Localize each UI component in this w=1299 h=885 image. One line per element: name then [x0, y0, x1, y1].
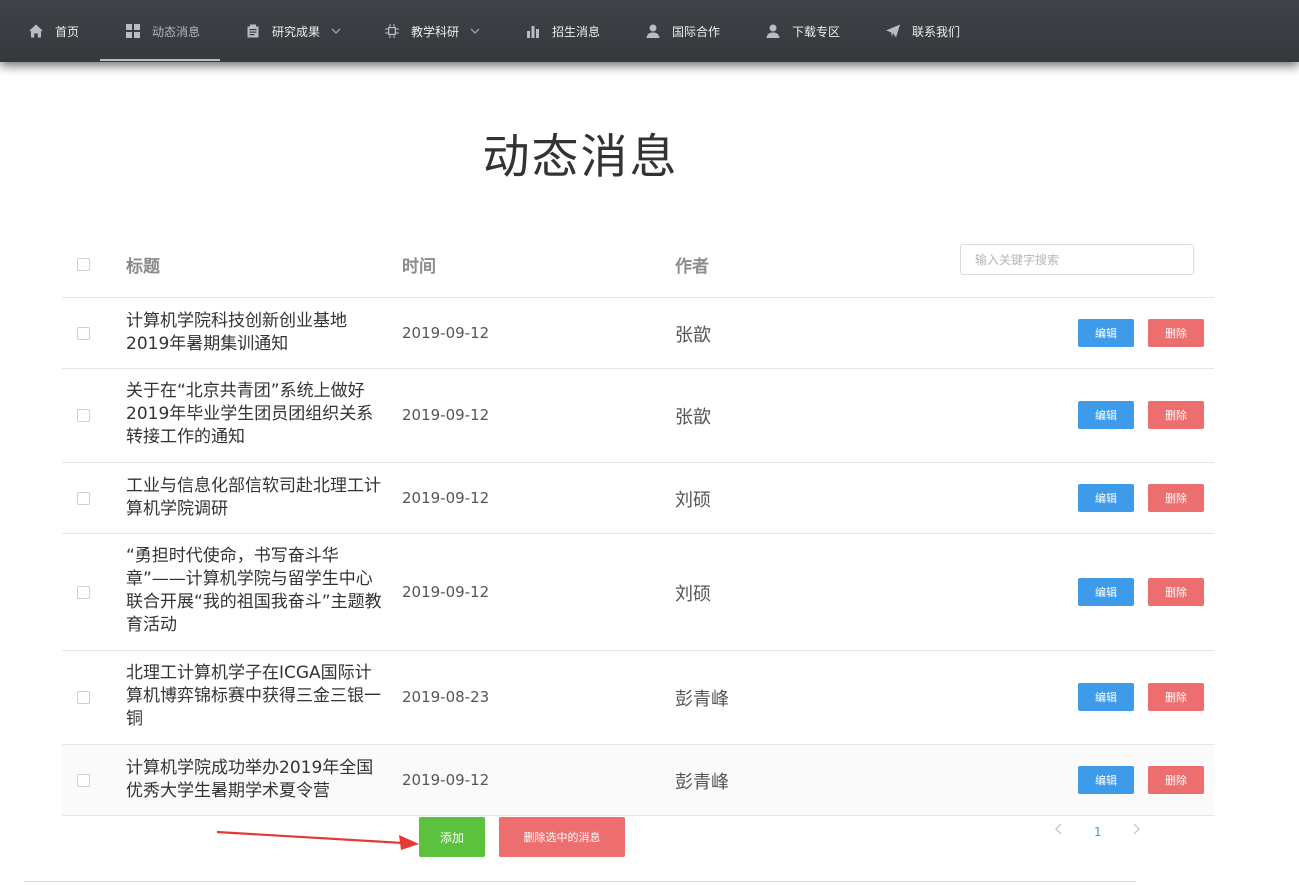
nav-item-label: 招生消息 — [552, 24, 601, 39]
nav-item-label: 教学科研 — [411, 24, 460, 39]
pagination-prev[interactable] — [1054, 823, 1064, 838]
row-checkbox[interactable] — [77, 691, 90, 704]
nav-item-label: 研究成果 — [272, 24, 321, 39]
nav-item-label: 首页 — [55, 24, 80, 39]
news-author: 刘硕 — [675, 584, 711, 605]
delete-button[interactable]: 删除 — [1148, 401, 1204, 429]
edit-button[interactable]: 编辑 — [1078, 484, 1134, 512]
news-title[interactable]: 北理工计算机学子在ICGA国际计算机博弈锦标赛中获得三金三银一铜 — [126, 662, 384, 731]
column-header-time: 时间 — [402, 257, 436, 277]
nav-item-label: 下载专区 — [792, 24, 841, 39]
delete-button[interactable]: 删除 — [1148, 766, 1204, 794]
chevron-down-icon — [470, 26, 480, 36]
news-time: 2019-09-12 — [402, 771, 490, 789]
divider — [24, 881, 1136, 882]
table-row: 工业与信息化部信软司赴北理工计算机学院调研 2019-09-12 刘硕 编辑 删… — [62, 463, 1214, 534]
user-icon — [765, 23, 781, 39]
nav-item-admission[interactable]: 招生消息 — [525, 0, 600, 62]
news-table: 标题 时间 作者 计算机学院科技创新创业基地2019年暑期集训通知 2019-0… — [62, 228, 1214, 816]
table-row: 关于在“北京共青团”系统上做好2019年毕业学生团员团组织关系转接工作的通知 2… — [62, 369, 1214, 463]
chip-icon — [384, 23, 400, 39]
select-all-checkbox[interactable] — [77, 258, 90, 271]
clipboard-icon — [245, 23, 261, 39]
edit-button[interactable]: 编辑 — [1078, 578, 1134, 606]
user-icon — [645, 23, 661, 39]
news-title[interactable]: “勇担时代使命，书写奋斗华章”——计算机学院与留学生中心联合开展“我的祖国我奋斗… — [126, 545, 384, 637]
news-author: 彭青峰 — [675, 772, 729, 793]
edit-button[interactable]: 编辑 — [1078, 683, 1134, 711]
news-author: 张歆 — [675, 325, 711, 346]
nav-item-international[interactable]: 国际合作 — [645, 0, 720, 62]
chevron-right-icon — [1133, 823, 1140, 835]
delete-selected-button[interactable]: 删除选中的消息 — [499, 817, 625, 857]
table-header: 标题 时间 作者 — [62, 228, 1214, 298]
nav-item-research[interactable]: 研究成果 — [245, 0, 341, 62]
delete-button[interactable]: 删除 — [1148, 683, 1204, 711]
nav-item-label: 动态消息 — [152, 24, 201, 39]
send-icon — [885, 23, 901, 39]
chevron-down-icon — [331, 26, 341, 36]
news-time: 2019-08-23 — [402, 688, 490, 706]
delete-button[interactable]: 删除 — [1148, 319, 1204, 347]
bar-chart-icon — [525, 23, 541, 39]
news-author: 张歆 — [675, 407, 711, 428]
nav-item-home[interactable]: 首页 — [28, 0, 79, 62]
news-author: 刘硕 — [675, 490, 711, 511]
pagination-page[interactable]: 1 — [1094, 825, 1102, 839]
annotation-arrow-icon — [216, 830, 419, 850]
edit-button[interactable]: 编辑 — [1078, 319, 1134, 347]
table-row: 计算机学院成功举办2019年全国优秀大学生暑期学术夏令营 2019-09-12 … — [62, 745, 1214, 816]
nav-item-downloads[interactable]: 下载专区 — [765, 0, 840, 62]
news-title[interactable]: 计算机学院科技创新创业基地2019年暑期集训通知 — [126, 310, 384, 356]
add-button[interactable]: 添加 — [419, 817, 485, 857]
news-time: 2019-09-12 — [402, 583, 490, 601]
search-input[interactable] — [960, 244, 1194, 275]
nav-item-news[interactable]: 动态消息 — [100, 0, 220, 62]
table-row: 北理工计算机学子在ICGA国际计算机博弈锦标赛中获得三金三银一铜 2019-08… — [62, 651, 1214, 745]
news-time: 2019-09-12 — [402, 406, 490, 424]
row-checkbox[interactable] — [77, 586, 90, 599]
news-title[interactable]: 工业与信息化部信软司赴北理工计算机学院调研 — [126, 475, 384, 521]
top-navbar: 首页 动态消息 研究成果 教学科研 招生消息 国际合作 下载专区 联系我们 — [0, 0, 1299, 62]
nav-item-label: 联系我们 — [912, 24, 961, 39]
pagination-next[interactable] — [1131, 823, 1141, 838]
edit-button[interactable]: 编辑 — [1078, 401, 1134, 429]
news-time: 2019-09-12 — [402, 324, 490, 342]
row-checkbox[interactable] — [77, 774, 90, 787]
column-header-author: 作者 — [675, 257, 709, 277]
news-title[interactable]: 关于在“北京共青团”系统上做好2019年毕业学生团员团组织关系转接工作的通知 — [126, 380, 384, 449]
nav-item-teaching[interactable]: 教学科研 — [384, 0, 480, 62]
news-title[interactable]: 计算机学院成功举办2019年全国优秀大学生暑期学术夏令营 — [126, 757, 384, 803]
nav-item-label: 国际合作 — [672, 24, 721, 39]
delete-button[interactable]: 删除 — [1148, 484, 1204, 512]
delete-button[interactable]: 删除 — [1148, 578, 1204, 606]
column-header-title: 标题 — [126, 257, 160, 277]
table-row: 计算机学院科技创新创业基地2019年暑期集训通知 2019-09-12 张歆 编… — [62, 298, 1214, 369]
page-title: 动态消息 — [482, 130, 679, 185]
chevron-left-icon — [1055, 823, 1062, 835]
home-icon — [28, 23, 44, 39]
grid-icon — [125, 23, 141, 39]
table-row: “勇担时代使命，书写奋斗华章”——计算机学院与留学生中心联合开展“我的祖国我奋斗… — [62, 534, 1214, 651]
news-author: 彭青峰 — [675, 689, 729, 710]
row-checkbox[interactable] — [77, 492, 90, 505]
news-time: 2019-09-12 — [402, 489, 490, 507]
row-checkbox[interactable] — [77, 409, 90, 422]
nav-item-contact[interactable]: 联系我们 — [885, 0, 960, 62]
row-checkbox[interactable] — [77, 327, 90, 340]
edit-button[interactable]: 编辑 — [1078, 766, 1134, 794]
